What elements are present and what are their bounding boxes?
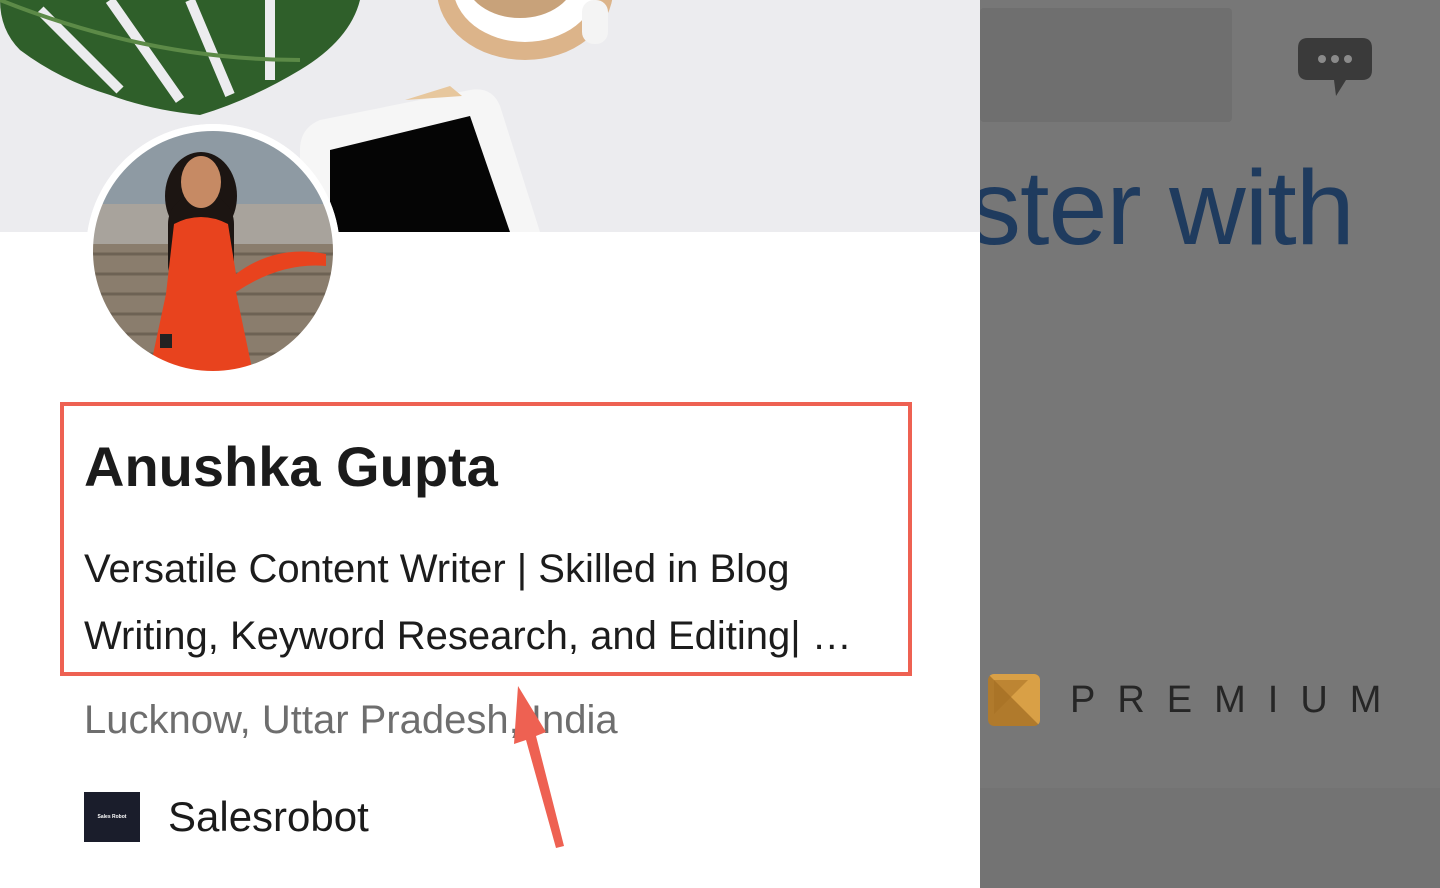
background-search-bar bbox=[980, 8, 1232, 122]
premium-badge: PREMIUM bbox=[988, 672, 1403, 728]
background-footer-band bbox=[980, 788, 1440, 888]
screen: ster with PREMIUM Anushka Gupta Versatil… bbox=[0, 0, 1440, 888]
premium-label: PREMIUM bbox=[1070, 678, 1404, 721]
company-logo-icon: Sales Robot bbox=[84, 792, 140, 842]
profile-name: Anushka Gupta bbox=[84, 435, 498, 498]
profile-avatar[interactable] bbox=[86, 124, 340, 378]
company-name[interactable]: Salesrobot bbox=[168, 793, 369, 841]
background-page-overlay: ster with PREMIUM bbox=[980, 0, 1440, 888]
avatar-photo bbox=[86, 124, 340, 378]
company-logo-text: Sales Robot bbox=[97, 814, 127, 820]
premium-logo-icon bbox=[988, 674, 1040, 726]
profile-headline: Versatile Content Writer | Skilled in Bl… bbox=[84, 536, 904, 670]
profile-company[interactable]: Sales Robot Salesrobot bbox=[84, 790, 369, 844]
chat-bubble-icon[interactable] bbox=[1296, 36, 1374, 98]
profile-headline-line-1: Versatile Content Writer | Skilled in Bl… bbox=[84, 547, 790, 591]
background-headline: ster with bbox=[980, 149, 1355, 267]
profile-headline-line-2: Writing, Keyword Research, and Editing| … bbox=[84, 614, 852, 658]
annotation-arrow-icon bbox=[514, 686, 564, 848]
